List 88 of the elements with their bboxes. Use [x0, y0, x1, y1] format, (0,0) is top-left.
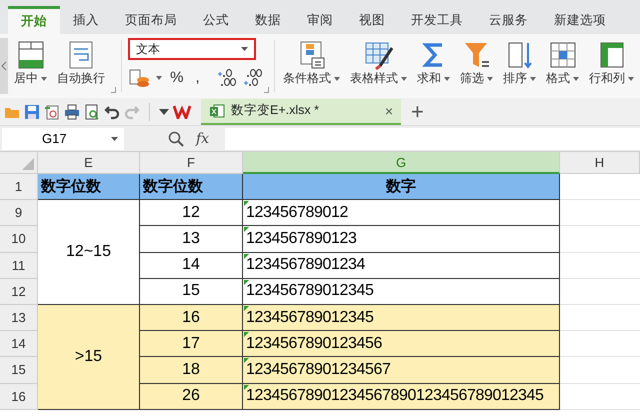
table-cell: 123456789012345 — [243, 278, 560, 305]
function-button[interactable]: fx — [196, 130, 210, 146]
ribbon-button[interactable]: 求和 — [415, 36, 452, 96]
ribbon-button[interactable]: 行和列 — [587, 36, 636, 96]
increase-decimal-icon[interactable] — [216, 68, 238, 88]
row-header[interactable]: 12 — [0, 278, 38, 305]
table-cell: 12345678901234 — [243, 252, 560, 279]
row-header[interactable]: 14 — [0, 331, 38, 358]
merge-cells-icon — [16, 40, 45, 70]
ribbon-button[interactable]: 条件格式 — [281, 36, 342, 96]
zoom-icon[interactable] — [168, 130, 184, 146]
grid-icon — [548, 40, 576, 70]
export-document-icon[interactable] — [44, 104, 60, 120]
ribbon-tab[interactable]: 开发工具 — [398, 6, 476, 34]
header-cell: 数字 — [243, 174, 560, 200]
table-cell: 14 — [140, 252, 243, 279]
dropdown-arrow-icon[interactable] — [159, 108, 169, 114]
ribbon-tab[interactable]: 开始 — [8, 6, 60, 34]
column-header[interactable]: G — [243, 152, 560, 174]
table-cell: 123456789012345 — [243, 304, 560, 332]
table-cell: >15 — [38, 304, 140, 410]
ribbon-tab[interactable]: 审阅 — [294, 6, 346, 34]
number-format-dropdown[interactable]: 文本 — [128, 38, 256, 60]
spreadsheet-file-icon — [209, 102, 225, 118]
document-tab[interactable]: 数字变E+.xlsx * × — [201, 98, 401, 124]
table-cell: 17 — [140, 331, 243, 358]
document-title: 数字变E+.xlsx * — [231, 102, 320, 119]
table-cell: 1234567890123456 — [243, 331, 560, 358]
table-cell: 13 — [140, 226, 243, 253]
table-cell: 15 — [140, 278, 243, 305]
conditional-format-icon — [298, 40, 326, 70]
new-tab-button[interactable]: + — [411, 102, 424, 122]
table-cell: 12345678901234567 — [243, 357, 560, 384]
row-header[interactable]: 16 — [0, 384, 38, 410]
sort-icon — [506, 40, 534, 70]
table-cell: 26 — [140, 384, 243, 410]
table-cell: 12345678901234567890123456789012345 — [243, 384, 560, 410]
ribbon-button[interactable]: 居中 — [12, 36, 50, 96]
save-icon[interactable] — [24, 104, 40, 120]
name-box[interactable]: G17 — [2, 128, 124, 150]
ribbon-tab[interactable]: 数据 — [242, 6, 294, 34]
row-header[interactable]: 10 — [0, 226, 38, 253]
ribbon-tab[interactable]: 页面布局 — [112, 6, 190, 34]
table-brush-icon — [364, 40, 394, 70]
header-cell: 数字位数 — [38, 174, 140, 200]
ribbon-tab[interactable]: 插入 — [60, 6, 112, 34]
grid-icon — [598, 40, 626, 70]
print-preview-icon[interactable] — [84, 104, 100, 120]
triangle-icon — [22, 158, 34, 170]
ribbon-tab[interactable]: 视图 — [346, 6, 398, 34]
table-cell: 1234567890123 — [243, 226, 560, 253]
caret-icon[interactable] — [111, 136, 118, 140]
header-cell: 数字位数 — [140, 174, 243, 200]
w-logo-icon[interactable] — [173, 104, 191, 118]
caret-icon[interactable] — [156, 76, 162, 80]
row-header[interactable]: 15 — [0, 357, 38, 384]
formula-input[interactable] — [225, 128, 640, 150]
dialog-launcher-icon[interactable] — [264, 87, 270, 93]
format-button[interactable]: , — [191, 69, 204, 87]
scroll-left-icon[interactable] — [0, 38, 8, 94]
ribbon-tab[interactable]: 新建选项 — [541, 6, 619, 34]
table-cell: 12 — [140, 200, 243, 226]
undo-icon[interactable] — [104, 104, 120, 120]
table-cell: 18 — [140, 357, 243, 384]
table-cell: 16 — [140, 304, 243, 332]
close-tab-button[interactable]: × — [384, 102, 393, 118]
row-header[interactable]: 1 — [0, 174, 38, 200]
format-button[interactable]: % — [166, 69, 188, 87]
column-header[interactable]: F — [140, 152, 243, 174]
row-header[interactable]: 9 — [0, 200, 38, 226]
printer-icon[interactable] — [64, 104, 80, 120]
ribbon-button[interactable]: 排序 — [501, 36, 538, 96]
wrap-text-icon — [67, 40, 96, 70]
table-cell: 123456789012 — [243, 200, 560, 226]
decrease-decimal-icon[interactable] — [242, 68, 264, 88]
ribbon-tab[interactable]: 云服务 — [476, 6, 541, 34]
ribbon-button[interactable]: 筛选 — [458, 36, 495, 96]
ribbon-tab[interactable]: 公式 — [190, 6, 242, 34]
row-header[interactable]: 11 — [0, 252, 38, 279]
ribbon-button[interactable]: 自动换行 — [55, 36, 108, 96]
ribbon-button[interactable]: 格式 — [544, 36, 581, 96]
ribbon-button[interactable]: 表格样式 — [348, 36, 409, 96]
caret-icon[interactable] — [241, 47, 248, 51]
row-header[interactable]: 13 — [0, 304, 38, 332]
column-header[interactable]: H — [560, 152, 640, 174]
column-header[interactable]: E — [38, 152, 140, 174]
table-cell: 12~15 — [38, 200, 140, 305]
dialog-launcher-icon[interactable] — [111, 87, 116, 93]
